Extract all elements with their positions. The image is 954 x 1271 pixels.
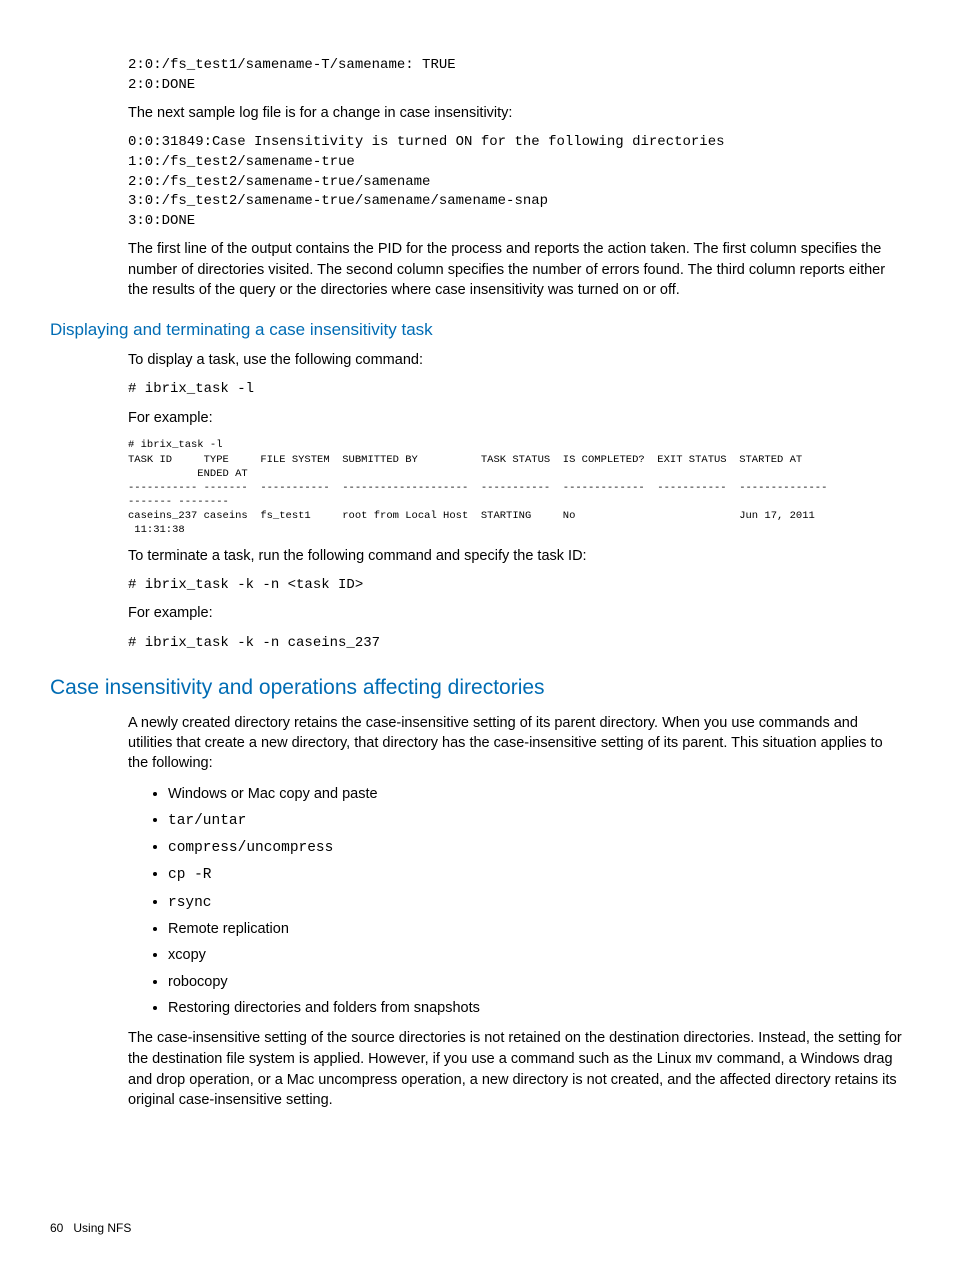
code-block-1: 2:0:/fs_test1/samename-T/samename: TRUE …: [128, 56, 904, 95]
page-footer: 60 Using NFS: [50, 1220, 131, 1237]
list-item: cp -R: [168, 864, 904, 885]
list-item-code: cp -R: [168, 867, 212, 883]
code-block-2: 0:0:31849:Case Insensitivity is turned O…: [128, 133, 904, 231]
para-terminate-task: To terminate a task, run the following c…: [128, 546, 904, 566]
section-heading-case-insensitivity: Case insensitivity and operations affect…: [50, 673, 904, 702]
cmd-ibrix-task-k: # ibrix_task -k -n <task ID>: [128, 576, 904, 596]
para-newly-created: A newly created directory retains the ca…: [128, 713, 904, 774]
page-number: 60: [50, 1221, 63, 1235]
list-item-code: compress/uncompress: [168, 840, 333, 856]
content-block-top: 2:0:/fs_test1/samename-T/samename: TRUE …: [128, 56, 904, 300]
footer-chapter: Using NFS: [73, 1221, 131, 1235]
page: 2:0:/fs_test1/samename-T/samename: TRUE …: [0, 0, 954, 1271]
para-display-task: To display a task, use the following com…: [128, 350, 904, 370]
cmd-ibrix-task-l: # ibrix_task -l: [128, 380, 904, 400]
cmd-ibrix-task-k-example: # ibrix_task -k -n caseins_237: [128, 634, 904, 654]
list-item: robocopy: [168, 972, 904, 992]
section-heading-displaying: Displaying and terminating a case insens…: [50, 318, 904, 342]
label-for-example-1: For example:: [128, 408, 904, 428]
list-item: Restoring directories and folders from s…: [168, 998, 904, 1018]
section-1-body: To display a task, use the following com…: [128, 350, 904, 653]
list-item: xcopy: [168, 945, 904, 965]
inline-code-mv: mv: [695, 1052, 712, 1068]
label-for-example-2: For example:: [128, 603, 904, 623]
paragraph-next-sample: The next sample log file is for a change…: [128, 103, 904, 123]
list-item: rsync: [168, 892, 904, 913]
list-item: compress/uncompress: [168, 837, 904, 858]
list-item-code: rsync: [168, 895, 212, 911]
list-item: Windows or Mac copy and paste: [168, 784, 904, 804]
code-block-task-listing: # ibrix_task -l TASK ID TYPE FILE SYSTEM…: [128, 438, 904, 537]
paragraph-pid-explanation: The first line of the output contains th…: [128, 239, 904, 300]
para-source-not-retained: The case-insensitive setting of the sour…: [128, 1028, 904, 1110]
section-2-body: A newly created directory retains the ca…: [128, 713, 904, 1111]
list-item-code: tar/untar: [168, 813, 246, 829]
list-item: Remote replication: [168, 919, 904, 939]
bullet-list: Windows or Mac copy and paste tar/untar …: [128, 784, 904, 1019]
list-item: tar/untar: [168, 810, 904, 831]
